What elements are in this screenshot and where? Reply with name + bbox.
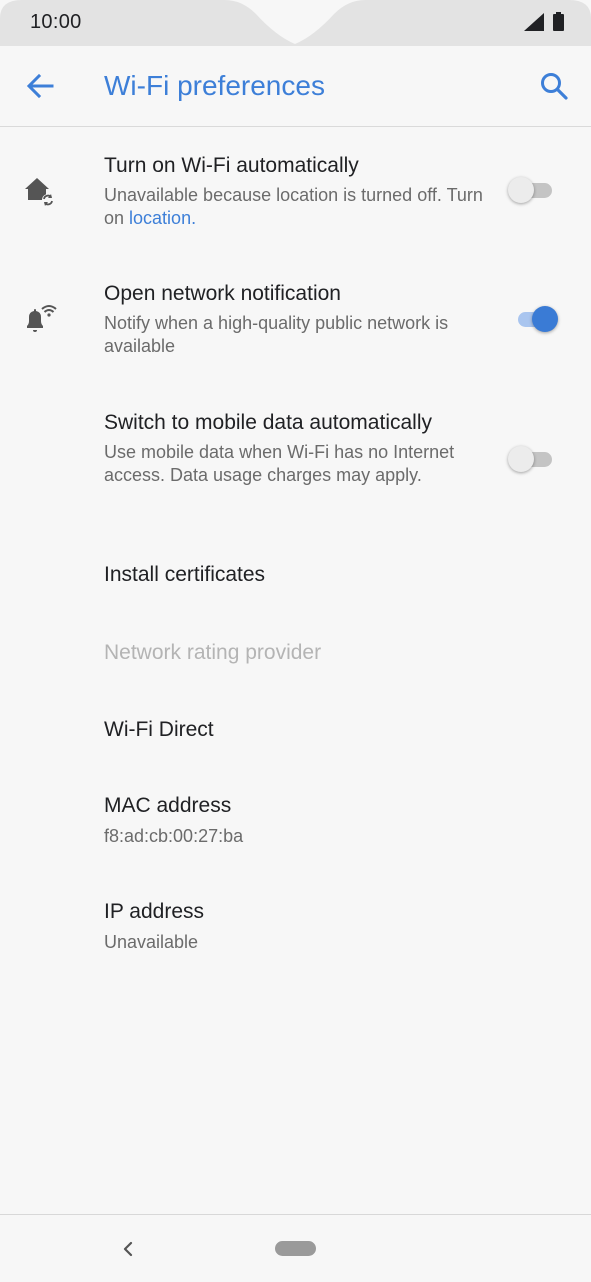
navigation-bar: [0, 1214, 591, 1282]
pref-network-rating-provider: Network rating provider: [0, 613, 591, 691]
location-link[interactable]: location: [129, 208, 191, 228]
nav-home-pill[interactable]: [275, 1241, 316, 1256]
item-title: Open network notification: [104, 282, 341, 305]
app-bar: Wi-Fi preferences: [0, 46, 591, 127]
screen: 10:00 Wi-Fi preferences Turn on Wi-Fi au…: [0, 0, 591, 1282]
item-summary: Use mobile data when Wi-Fi has no Intern…: [104, 442, 455, 485]
mac-address-value: f8:ad:cb:00:27:ba: [104, 826, 244, 846]
pref-install-certificates[interactable]: Install certificates: [0, 535, 591, 613]
pref-open-network-notification[interactable]: Open network notification Notify when a …: [0, 256, 591, 385]
status-time: 10:00: [30, 11, 82, 33]
status-bar-background: [0, 0, 591, 46]
pref-turn-on-wifi-automatically[interactable]: Turn on Wi-Fi automatically Unavailable …: [0, 128, 591, 256]
item-summary: Unavailable because location is turned o…: [104, 184, 484, 230]
signal-icon: [524, 13, 544, 31]
pref-wifi-direct[interactable]: Wi-Fi Direct: [0, 691, 591, 768]
pref-mac-address[interactable]: MAC address f8:ad:cb:00:27:ba: [0, 768, 591, 874]
summary-period: .: [191, 208, 197, 228]
mobile-data-toggle[interactable]: [508, 444, 556, 474]
home-sync-icon: [25, 178, 54, 206]
ip-address-value: Unavailable: [104, 932, 199, 952]
item-title: Wi-Fi Direct: [104, 718, 214, 741]
open-network-notification-toggle[interactable]: [508, 304, 558, 334]
bell-wifi-icon: [27, 305, 57, 332]
arrow-back-icon[interactable]: [24, 72, 56, 100]
toggle-thumb: [508, 446, 534, 472]
search-icon[interactable]: [538, 70, 570, 102]
pref-switch-to-mobile-data[interactable]: Switch to mobile data automatically Use …: [0, 385, 591, 535]
item-title: IP address: [104, 900, 205, 923]
battery-icon: [553, 12, 564, 31]
item-title: Switch to mobile data automatically: [104, 411, 432, 434]
toggle-thumb: [532, 306, 558, 332]
item-title: MAC address: [104, 794, 232, 817]
toggle-thumb: [508, 177, 534, 203]
status-bar: 10:00: [0, 0, 591, 46]
nav-back-icon[interactable]: [118, 1235, 138, 1263]
item-summary: Notify when a high-quality public networ…: [104, 313, 449, 356]
item-title: Turn on Wi-Fi automatically: [104, 154, 359, 177]
page-title: Wi-Fi preferences: [104, 70, 325, 101]
item-title: Network rating provider: [104, 641, 322, 664]
item-title: Install certificates: [104, 563, 266, 586]
wifi-auto-toggle[interactable]: [508, 175, 556, 205]
pref-ip-address[interactable]: IP address Unavailable: [0, 874, 591, 980]
